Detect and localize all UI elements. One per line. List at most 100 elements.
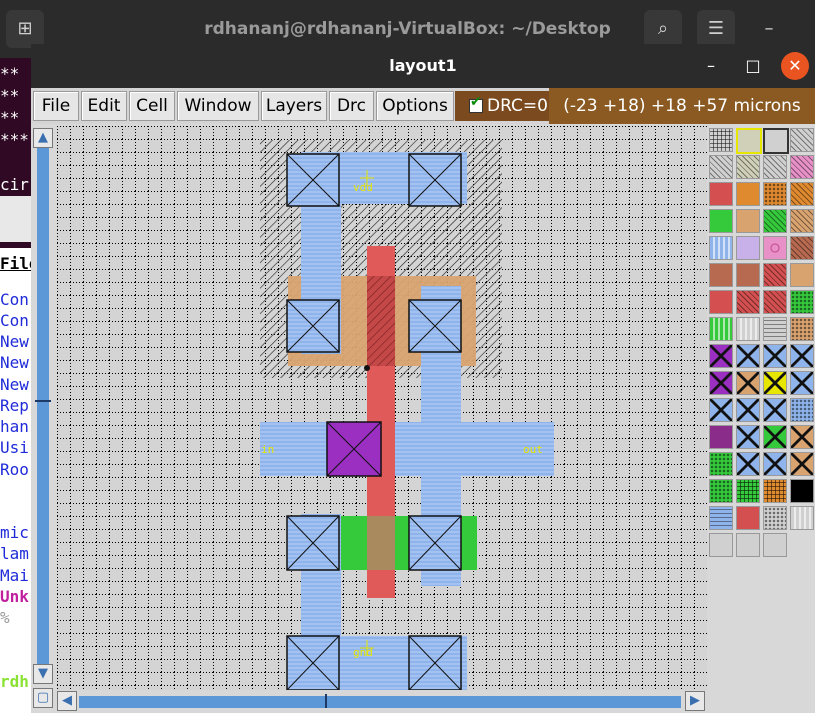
palette-swatch-orange-hatch[interactable]	[790, 182, 814, 206]
palette-swatch-blue-dots[interactable]	[790, 398, 814, 422]
palette-swatch-pink-swirl[interactable]	[763, 236, 787, 260]
palette-swatch-blue-contact-10[interactable]	[763, 452, 787, 476]
palette-swatch-blue-stripes[interactable]	[709, 236, 733, 260]
palette-swatch-blue-contact-4[interactable]	[790, 371, 814, 395]
palette-swatch-gray-stripes[interactable]	[736, 317, 760, 341]
palette-swatch-tan-2[interactable]	[790, 263, 814, 287]
palette-swatch-green-contact[interactable]	[763, 425, 787, 449]
palette-swatch-gray-outline[interactable]	[763, 128, 789, 154]
minimize-icon: –	[707, 56, 715, 75]
menu-cell[interactable]: Cell	[129, 91, 175, 121]
palette-swatch-red-2[interactable]	[709, 290, 733, 314]
label-vdd[interactable]: vdd	[353, 181, 373, 194]
palette-swatch-green-dots-3[interactable]	[709, 479, 733, 503]
palette-swatch-green-hatch[interactable]	[763, 209, 787, 233]
palette-swatch-blue-contact-2[interactable]	[763, 344, 787, 368]
palette-swatch-tan-contact[interactable]	[790, 425, 814, 449]
hamburger-menu-button[interactable]: ☰	[697, 10, 735, 48]
horizontal-scroll-thumb[interactable]	[79, 696, 681, 708]
palette-swatch-blue-lines[interactable]	[709, 506, 733, 530]
vertical-scroll-marker	[35, 400, 51, 402]
vertical-scrollbar[interactable]: ▲ ▼ ▢	[31, 126, 55, 708]
palette-swatch-orange[interactable]	[736, 182, 760, 206]
horizontal-scrollbar[interactable]: ◀ ▶	[55, 690, 707, 712]
palette-swatch-purple-contact[interactable]	[709, 344, 733, 368]
palette-swatch-gray-dots[interactable]	[763, 506, 787, 530]
menu-window[interactable]: Window	[177, 91, 259, 121]
palette-swatch-blue-contact-3[interactable]	[790, 344, 814, 368]
palette-swatch-yellow-contact[interactable]	[763, 371, 787, 395]
palette-swatch-tan-hatch[interactable]	[790, 209, 814, 233]
palette-swatch-red-hatch-2[interactable]	[736, 290, 760, 314]
menu-drc[interactable]: Drc	[329, 91, 374, 121]
label-out[interactable]: out	[523, 443, 543, 456]
search-button[interactable]: ⌕	[644, 10, 682, 48]
palette-swatch-brown[interactable]	[709, 263, 733, 287]
palette-swatch-blue-contact-9[interactable]	[736, 452, 760, 476]
palette-swatch-gray-hatch[interactable]	[790, 128, 814, 152]
scroll-down-button[interactable]: ▼	[33, 664, 53, 684]
palette-swatch-tan-contact-2[interactable]	[790, 452, 814, 476]
palette-swatch-blue-contact-6[interactable]	[736, 398, 760, 422]
menu-options[interactable]: Options	[376, 91, 454, 121]
scroll-up-button[interactable]: ▲	[33, 128, 53, 148]
palette-swatch-yellow-outline[interactable]	[736, 128, 762, 154]
menu-edit[interactable]: Edit	[81, 91, 127, 121]
palette-swatch-green[interactable]	[709, 209, 733, 233]
palette-swatch-orange-contact[interactable]	[736, 371, 760, 395]
palette-swatch-yellow-hatch[interactable]	[736, 155, 760, 179]
label-in[interactable]: in	[261, 443, 274, 456]
palette-swatch-checker[interactable]	[709, 425, 733, 449]
palette-swatch-green-stripes[interactable]	[709, 317, 733, 341]
scroll-right-button[interactable]: ▶	[685, 691, 705, 711]
palette-swatch-pink-hatch[interactable]	[790, 155, 814, 179]
layout-canvas[interactable]: vdd gnd in out	[57, 126, 707, 691]
palette-swatch-blue-contact-5[interactable]	[709, 398, 733, 422]
menu-layers[interactable]: Layers	[261, 91, 327, 121]
minimize-button[interactable]: –	[697, 52, 725, 80]
palette-swatch-blue-contact[interactable]	[736, 344, 760, 368]
palette-swatch-black-hatch[interactable]	[709, 155, 733, 179]
layout-drawing[interactable]: vdd gnd in out	[57, 126, 707, 691]
palette-swatch-dark-green-grid[interactable]	[736, 479, 760, 503]
palette-swatch-lavender[interactable]	[736, 236, 760, 260]
drc-toggle[interactable]: ✔ DRC=0	[455, 91, 549, 121]
drc-checkbox[interactable]: ✔	[469, 95, 483, 113]
palette-swatch-blue-contact-8[interactable]	[736, 425, 760, 449]
palette-swatch-grid[interactable]	[709, 128, 733, 152]
palette-swatch-empty-2[interactable]	[736, 533, 760, 557]
palette-swatch-tan[interactable]	[736, 209, 760, 233]
nmos-channel[interactable]	[367, 516, 395, 570]
palette-swatch-red-hatch-3[interactable]	[763, 290, 787, 314]
palette-swatch-red-hatch[interactable]	[763, 263, 787, 287]
palette-swatch-orange-dots[interactable]	[763, 182, 787, 206]
scroll-left-button[interactable]: ◀	[57, 691, 77, 711]
palette-swatch-red[interactable]	[709, 182, 733, 206]
palette-swatch-brown-2[interactable]	[736, 263, 760, 287]
palette-swatch-gray-hatch-2[interactable]	[763, 155, 787, 179]
palette-swatch-purple-contact-2[interactable]	[709, 371, 733, 395]
palette-swatch-green-dots-2[interactable]	[709, 452, 733, 476]
terminal-line: ngs	[0, 651, 29, 670]
palette-swatch-blue-contact-7[interactable]	[763, 398, 787, 422]
palette-swatch-black[interactable]	[790, 479, 814, 503]
metal1-io-rail[interactable]	[260, 422, 554, 476]
palette-swatch-orange-grid[interactable]	[763, 479, 787, 503]
palette-swatch-tan-dots[interactable]	[790, 317, 814, 341]
close-button[interactable]: ✕	[781, 52, 809, 80]
vertical-scroll-thumb[interactable]	[37, 148, 49, 678]
palette-swatch-red-3[interactable]	[736, 506, 760, 530]
palette-swatch-gray-stripes-2[interactable]	[790, 506, 814, 530]
palette-swatch-green-dots[interactable]	[790, 290, 814, 314]
palette-swatch-empty-1[interactable]	[709, 533, 733, 557]
terminal-line: **	[0, 108, 20, 127]
zoom-box-button[interactable]: ▢	[33, 688, 53, 708]
terminal-minimize-button[interactable]: –	[750, 10, 788, 48]
maximize-button[interactable]: □	[739, 52, 767, 80]
pmos-channel[interactable]	[367, 276, 395, 366]
palette-swatch-empty-3[interactable]	[763, 533, 787, 557]
palette-swatch-brown-hatch[interactable]	[790, 236, 814, 260]
menu-file[interactable]: File	[33, 91, 79, 121]
palette-swatch-gray-lines[interactable]	[763, 317, 787, 341]
layout-titlebar[interactable]: layout1 – □ ✕	[31, 44, 815, 88]
